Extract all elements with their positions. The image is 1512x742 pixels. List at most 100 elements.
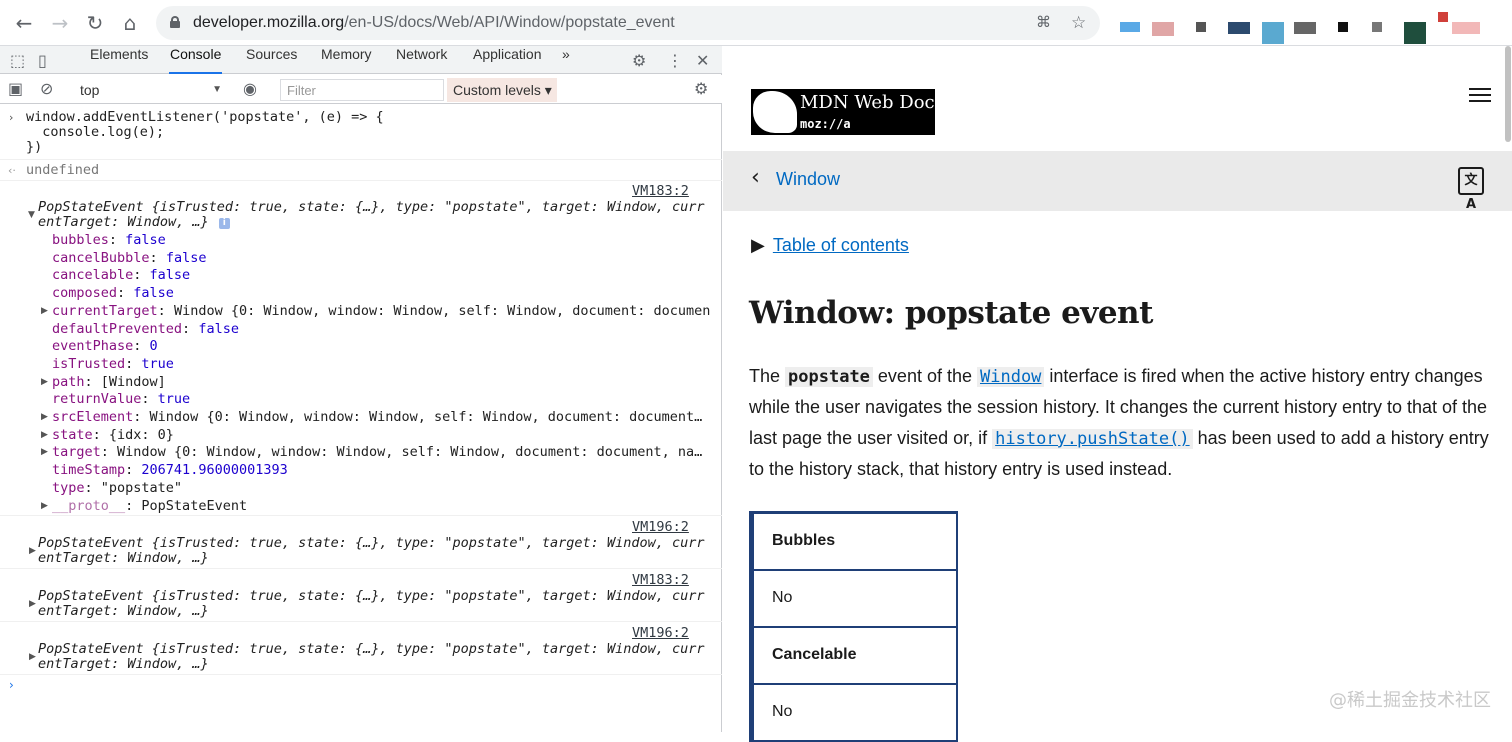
close-icon[interactable]: ✕ [696, 51, 709, 70]
devtools-tab-bar: ⬚ ▯ Elements Console Sources Memory Netw… [0, 46, 722, 74]
event-summary[interactable]: PopStateEvent {isTrusted: true, state: {… [38, 536, 704, 551]
expand-property-icon[interactable]: ▶ [41, 428, 48, 443]
context-value: top [80, 82, 100, 98]
input-line-3: }) [26, 139, 43, 155]
event-summary[interactable]: entTarget: Window, …} i [38, 215, 230, 230]
extension-icon[interactable] [1196, 22, 1206, 32]
extension-icon[interactable] [1228, 22, 1250, 34]
event-summary[interactable]: PopStateEvent {isTrusted: true, state: {… [38, 642, 704, 657]
intro-paragraph: The popstate event of the Window interfa… [749, 361, 1494, 485]
inspect-element-icon[interactable]: ⬚ [10, 51, 25, 70]
property-row[interactable]: __proto__: PopStateEvent [52, 499, 247, 514]
settings-gear-icon[interactable]: ⚙ [632, 51, 646, 70]
dropdown-arrow-icon: ▼ [212, 84, 222, 95]
expand-property-icon[interactable]: ▶ [41, 410, 48, 425]
breadcrumb-window-link[interactable]: Window [776, 169, 840, 190]
separator: : [125, 462, 142, 478]
more-tabs-button[interactable]: » [561, 46, 571, 74]
property-value: false [165, 250, 207, 266]
tab-memory[interactable]: Memory [320, 46, 373, 74]
source-link[interactable]: VM183:2 [632, 184, 689, 199]
extension-icon[interactable] [1404, 22, 1426, 44]
property-row: eventPhase: 0 [52, 339, 158, 354]
property-value: {idx: 0} [108, 427, 174, 443]
pushstate-link[interactable]: history.pushState() [992, 428, 1193, 449]
property-row[interactable]: state: {idx: 0} [52, 428, 174, 443]
extension-icon[interactable] [1438, 12, 1448, 22]
collapse-triangle-icon[interactable]: ▶ [29, 597, 36, 612]
hamburger-menu-icon[interactable] [1469, 88, 1491, 104]
tab-elements[interactable]: Elements [89, 46, 149, 74]
collapse-triangle-icon[interactable]: ▶ [29, 650, 36, 665]
expand-property-icon[interactable]: ▶ [41, 445, 48, 460]
extension-icon[interactable] [1120, 22, 1140, 32]
back-arrow-icon[interactable]: ← [11, 10, 37, 36]
forward-arrow-icon[interactable]: → [47, 10, 73, 36]
reload-icon[interactable]: ↻ [82, 10, 108, 36]
property-key: type [52, 480, 85, 496]
more-menu-icon[interactable]: ⋮ [667, 51, 683, 70]
extension-icon[interactable] [1262, 22, 1284, 44]
source-link[interactable]: VM183:2 [632, 573, 689, 588]
chevron-left-icon[interactable]: ‹ [751, 165, 760, 190]
collapse-triangle-icon[interactable]: ▶ [29, 544, 36, 559]
browser-toolbar: ← → ↻ ⌂ developer.mozilla.org/en-US/docs… [0, 0, 1512, 46]
toc-link[interactable]: Table of contents [773, 235, 909, 255]
window-link[interactable]: Window [977, 366, 1045, 387]
divider [0, 674, 722, 675]
watermark: @稀土掘金技术社区 [1329, 690, 1491, 711]
address-bar[interactable]: developer.mozilla.org/en-US/docs/Web/API… [156, 6, 1100, 40]
clear-console-icon[interactable]: ⊘ [40, 79, 53, 98]
extension-icon[interactable] [1152, 22, 1174, 36]
sidebar-toggle-icon[interactable]: ▣ [8, 79, 23, 98]
event-summary[interactable]: entTarget: Window, …} [38, 657, 209, 672]
eye-icon[interactable]: ◉ [243, 79, 257, 98]
property-row[interactable]: path: [Window] [52, 375, 166, 390]
mdn-logo[interactable]: MDN Web Docs moz://a [751, 89, 944, 135]
property-value: false [125, 232, 166, 248]
tab-network[interactable]: Network [395, 46, 448, 74]
property-key: state [52, 427, 93, 443]
translate-icon[interactable]: ⌘ [1036, 13, 1051, 31]
property-row[interactable]: target: Window {0: Window, window: Windo… [52, 445, 702, 460]
language-switch-icon[interactable]: 文A [1458, 167, 1484, 212]
event-summary[interactable]: entTarget: Window, …} [38, 604, 209, 619]
property-row[interactable]: currentTarget: Window {0: Window, window… [52, 304, 710, 319]
property-value: 206741.96000001393 [141, 462, 288, 478]
tab-application[interactable]: Application [472, 46, 543, 74]
filter-input[interactable]: Filter [280, 79, 444, 101]
tab-sources[interactable]: Sources [245, 46, 298, 74]
extension-icon[interactable] [1338, 22, 1348, 32]
info-icon: i [218, 218, 230, 229]
bookmark-star-icon[interactable]: ☆ [1071, 13, 1086, 33]
url-text[interactable]: developer.mozilla.org/en-US/docs/Web/API… [193, 14, 675, 32]
table-cell-bubbles-value: No [750, 568, 958, 628]
table-of-contents-toggle[interactable]: ▶ Table of contents [751, 235, 909, 256]
expand-property-icon[interactable]: ▶ [41, 304, 48, 319]
tab-console[interactable]: Console [169, 46, 223, 74]
separator: : [108, 232, 126, 248]
console-prompt-icon[interactable]: › [9, 678, 14, 693]
property-value: false [133, 285, 174, 301]
property-key: currentTarget [52, 303, 158, 319]
device-toolbar-icon[interactable]: ▯ [38, 51, 47, 70]
source-link[interactable]: VM196:2 [632, 520, 689, 535]
property-row[interactable]: srcElement: Window {0: Window, window: W… [52, 410, 702, 425]
extension-icon[interactable] [1452, 22, 1480, 34]
expand-triangle-icon[interactable]: ▼ [28, 208, 35, 223]
extension-icon[interactable] [1294, 22, 1316, 34]
console-settings-gear-icon[interactable]: ⚙ [694, 79, 708, 98]
home-icon[interactable]: ⌂ [117, 10, 143, 36]
log-levels-dropdown[interactable]: Custom levels ▾ [447, 78, 557, 102]
source-link[interactable]: VM196:2 [632, 626, 689, 641]
event-summary[interactable]: PopStateEvent {isTrusted: true, state: {… [38, 589, 704, 604]
extension-icon[interactable] [1372, 22, 1382, 32]
page-scrollbar[interactable] [1505, 46, 1511, 142]
expand-property-icon[interactable]: ▶ [41, 499, 48, 514]
lock-icon[interactable] [170, 16, 180, 28]
event-summary[interactable]: PopStateEvent {isTrusted: true, state: {… [38, 200, 704, 215]
context-select[interactable]: top ▼ [72, 79, 228, 101]
event-summary[interactable]: entTarget: Window, …} [38, 551, 209, 566]
property-value: true [157, 391, 191, 407]
expand-property-icon[interactable]: ▶ [41, 375, 48, 390]
